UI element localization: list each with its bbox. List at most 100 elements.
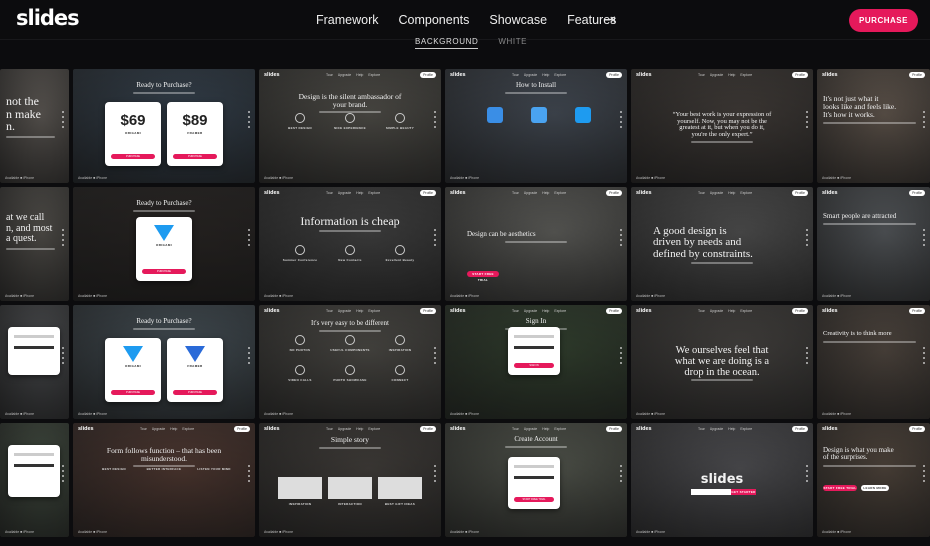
learn-more-button[interactable]: LEARN MORE xyxy=(861,485,889,491)
slide-pagination-dots[interactable] xyxy=(248,347,250,367)
pagination-dot[interactable] xyxy=(620,347,622,349)
pagination-dot[interactable] xyxy=(434,475,436,477)
pagination-dot[interactable] xyxy=(620,357,622,359)
pagination-dot[interactable] xyxy=(806,239,808,241)
pagination-dot[interactable] xyxy=(62,229,64,231)
pagination-dot[interactable] xyxy=(62,470,64,472)
pagination-dot[interactable] xyxy=(806,362,808,364)
pagination-dot[interactable] xyxy=(248,362,250,364)
template-thumbnail[interactable]: slides Tour Upgrade Help Explore Profile Cr… xyxy=(445,423,627,537)
password-field[interactable] xyxy=(14,346,54,349)
pagination-dot[interactable] xyxy=(620,234,622,236)
pagination-dot[interactable] xyxy=(248,111,250,113)
pagination-dot[interactable] xyxy=(248,475,250,477)
pagination-dot[interactable] xyxy=(434,362,436,364)
slide-pagination-dots[interactable] xyxy=(620,347,622,367)
pagination-dot[interactable] xyxy=(620,362,622,364)
pagination-dot[interactable] xyxy=(806,121,808,123)
pagination-dot[interactable] xyxy=(923,465,925,467)
slide-pagination-dots[interactable] xyxy=(923,111,925,131)
pagination-dot[interactable] xyxy=(620,229,622,231)
pagination-dot[interactable] xyxy=(62,357,64,359)
template-thumbnail[interactable]: slides Tour Upgrade Help Explore Profile We… xyxy=(631,305,813,419)
pagination-dot[interactable] xyxy=(923,357,925,359)
slide-pagination-dots[interactable] xyxy=(62,465,64,485)
template-thumbnail[interactable]: Ready to Purchase? $69 ORIGAMI PURCHASE $89 F… xyxy=(73,69,255,183)
tab-white[interactable]: WHITE xyxy=(498,37,527,49)
pagination-dot[interactable] xyxy=(923,244,925,246)
pagination-dot[interactable] xyxy=(62,234,64,236)
pagination-dot[interactable] xyxy=(806,470,808,472)
purchase-card-button[interactable]: PURCHASE xyxy=(173,390,217,395)
pagination-dot[interactable] xyxy=(248,480,250,482)
pagination-dot[interactable] xyxy=(923,352,925,354)
pagination-dot[interactable] xyxy=(248,121,250,123)
pagination-dot[interactable] xyxy=(62,121,64,123)
slides-logo[interactable]: slides xyxy=(16,6,80,30)
email-field[interactable] xyxy=(514,335,554,338)
pagination-dot[interactable] xyxy=(806,244,808,246)
pagination-dot[interactable] xyxy=(434,229,436,231)
pagination-dot[interactable] xyxy=(806,229,808,231)
slide-pagination-dots[interactable] xyxy=(620,465,622,485)
pagination-dot[interactable] xyxy=(62,239,64,241)
tab-background[interactable]: BACKGROUND xyxy=(415,37,479,49)
purchase-card-button[interactable]: PURCHASE xyxy=(111,154,155,159)
hero-email-input[interactable] xyxy=(691,489,731,495)
slide-pagination-dots[interactable] xyxy=(806,465,808,485)
pagination-dot[interactable] xyxy=(434,239,436,241)
pagination-dot[interactable] xyxy=(62,475,64,477)
pagination-dot[interactable] xyxy=(923,475,925,477)
pagination-dot[interactable] xyxy=(248,352,250,354)
slide-pagination-dots[interactable] xyxy=(434,347,436,367)
pagination-dot[interactable] xyxy=(620,111,622,113)
pagination-dot[interactable] xyxy=(434,244,436,246)
template-thumbnail[interactable]: at we call n, and most a quest. Available… xyxy=(0,187,69,301)
slide-pagination-dots[interactable] xyxy=(620,229,622,249)
pagination-dot[interactable] xyxy=(806,352,808,354)
pagination-dot[interactable] xyxy=(806,465,808,467)
slide-pagination-dots[interactable] xyxy=(62,347,64,367)
pagination-dot[interactable] xyxy=(620,239,622,241)
cta-button[interactable]: START FREE TRIAL xyxy=(467,271,499,282)
purchase-card-button[interactable]: PURCHASE xyxy=(173,154,217,159)
template-thumbnail[interactable]: slides Tour Upgrade Help Explore Profile It… xyxy=(259,305,441,419)
pagination-dot[interactable] xyxy=(806,480,808,482)
pagination-dot[interactable] xyxy=(62,362,64,364)
pagination-dot[interactable] xyxy=(620,121,622,123)
nav-framework[interactable]: Framework xyxy=(316,13,379,27)
pagination-dot[interactable] xyxy=(434,465,436,467)
pagination-dot[interactable] xyxy=(248,357,250,359)
pagination-dot[interactable] xyxy=(620,465,622,467)
template-thumbnail[interactable]: slides Tour Upgrade Help Explore Profile Fo… xyxy=(73,423,255,537)
purchase-card-button[interactable]: PURCHASE xyxy=(111,390,155,395)
slide-pagination-dots[interactable] xyxy=(248,229,250,249)
email-field[interactable] xyxy=(14,453,54,456)
pagination-dot[interactable] xyxy=(62,352,64,354)
form-submit-button[interactable]: START FREE TRIAL xyxy=(514,497,554,502)
slide-pagination-dots[interactable] xyxy=(620,111,622,131)
email-field[interactable] xyxy=(14,335,54,338)
pagination-dot[interactable] xyxy=(434,121,436,123)
template-thumbnail[interactable]: slides Profile Creativity is to think more… xyxy=(817,305,930,419)
pagination-dot[interactable] xyxy=(62,480,64,482)
pagination-dot[interactable] xyxy=(620,244,622,246)
pagination-dot[interactable] xyxy=(62,126,64,128)
pagination-dot[interactable] xyxy=(806,234,808,236)
pagination-dot[interactable] xyxy=(620,352,622,354)
pagination-dot[interactable] xyxy=(620,475,622,477)
nav-components[interactable]: Components xyxy=(399,13,470,27)
template-thumbnail[interactable]: not the n make n. Available ■ iPhone xyxy=(0,69,69,183)
pagination-dot[interactable] xyxy=(806,357,808,359)
slide-pagination-dots[interactable] xyxy=(248,111,250,131)
template-thumbnail[interactable]: slides Profile Smart people are attracted A… xyxy=(817,187,930,301)
pagination-dot[interactable] xyxy=(923,116,925,118)
pagination-dot[interactable] xyxy=(806,111,808,113)
pagination-dot[interactable] xyxy=(62,465,64,467)
pagination-dot[interactable] xyxy=(62,347,64,349)
pagination-dot[interactable] xyxy=(923,470,925,472)
sign-in-icon[interactable]: ⇥ xyxy=(604,11,616,28)
slide-pagination-dots[interactable] xyxy=(248,465,250,485)
template-thumbnail[interactable]: Ready to Purchase? ORIGAMI PURCHASE FRAMER P… xyxy=(73,305,255,419)
template-thumbnail[interactable]: Available ■ iPhone xyxy=(0,423,69,537)
